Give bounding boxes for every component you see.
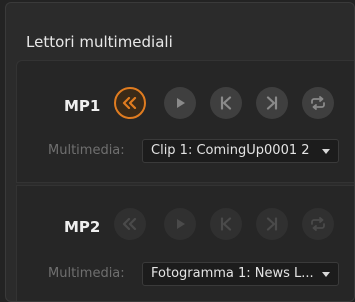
next-icon bbox=[266, 217, 278, 231]
media-select-value: Fotogramma 1: News L... bbox=[151, 266, 314, 281]
player-label: MP2 bbox=[64, 218, 101, 236]
rewind-icon bbox=[122, 218, 137, 230]
media-select[interactable]: Clip 1: ComingUp0001 2 bbox=[142, 139, 339, 163]
loop-button[interactable] bbox=[302, 87, 334, 119]
play-icon bbox=[177, 219, 185, 229]
next-button[interactable] bbox=[256, 208, 288, 240]
media-field-label: Multimedia: bbox=[48, 143, 125, 158]
rewind-button[interactable] bbox=[114, 87, 146, 119]
loop-icon bbox=[311, 96, 325, 110]
media-player-2: MP2 Multimedia: Fotogramma 1: News L... bbox=[16, 185, 354, 301]
player-label: MP1 bbox=[64, 97, 101, 115]
chevron-down-icon bbox=[322, 149, 330, 154]
next-button[interactable] bbox=[256, 87, 288, 119]
media-select[interactable]: Fotogramma 1: News L... bbox=[142, 262, 339, 286]
media-select-value: Clip 1: ComingUp0001 2 bbox=[151, 143, 310, 158]
chevron-down-icon bbox=[322, 272, 330, 277]
media-players-panel: Lettori multimediali MP1 Multimedia: Cli… bbox=[5, 2, 355, 302]
media-player-1: MP1 Multimedia: Clip 1: ComingUp0001 2 bbox=[16, 60, 354, 183]
loop-icon bbox=[311, 217, 325, 231]
next-icon bbox=[266, 96, 278, 110]
rewind-button[interactable] bbox=[114, 208, 146, 240]
play-icon bbox=[177, 98, 185, 108]
play-button[interactable] bbox=[164, 87, 196, 119]
media-field-label: Multimedia: bbox=[48, 266, 125, 281]
rewind-icon bbox=[122, 97, 137, 109]
previous-icon bbox=[220, 96, 232, 110]
previous-button[interactable] bbox=[210, 87, 242, 119]
previous-button[interactable] bbox=[210, 208, 242, 240]
panel-title: Lettori multimediali bbox=[26, 33, 173, 51]
previous-icon bbox=[220, 217, 232, 231]
play-button[interactable] bbox=[164, 208, 196, 240]
loop-button[interactable] bbox=[302, 208, 334, 240]
